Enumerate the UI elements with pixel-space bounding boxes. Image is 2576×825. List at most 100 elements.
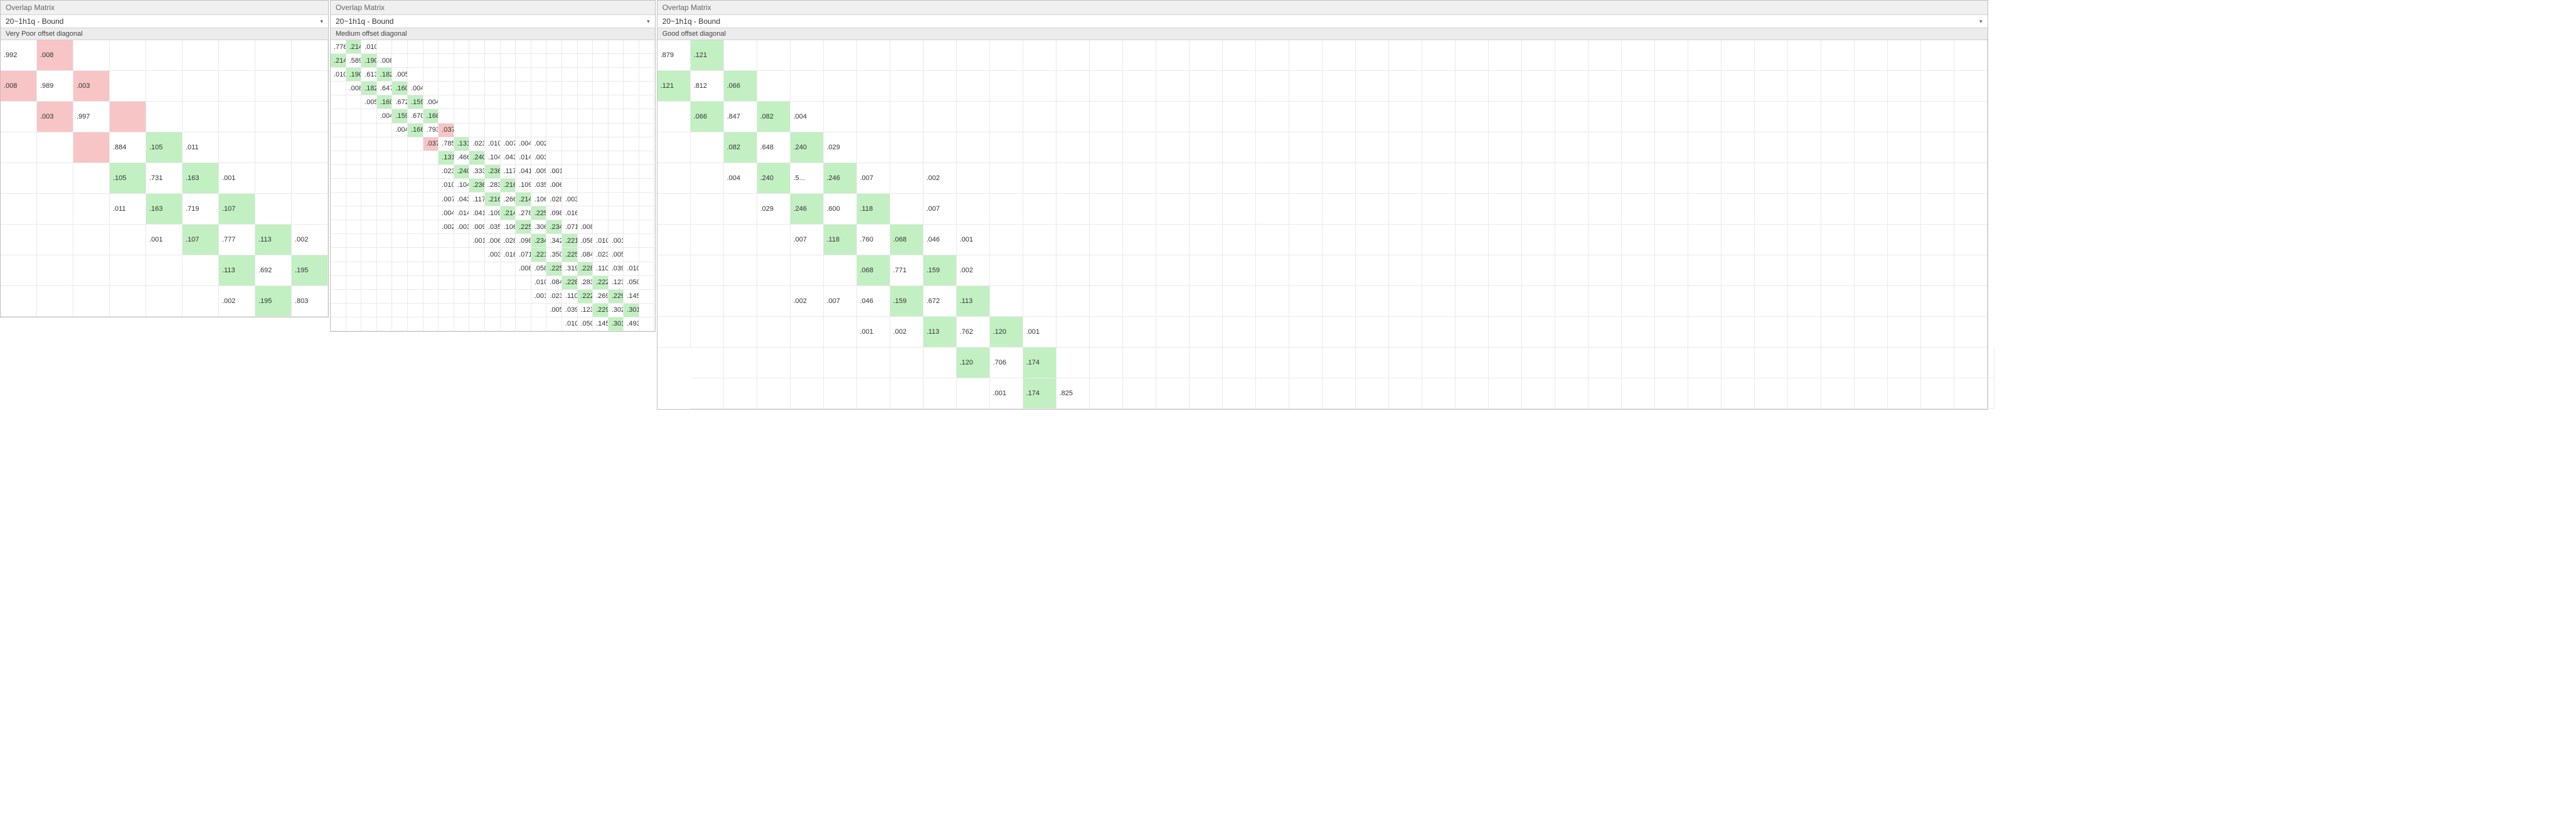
matrix-cell[interactable]: .166 <box>423 109 439 123</box>
matrix-cell[interactable] <box>454 54 470 68</box>
matrix-cell[interactable] <box>1821 378 1855 409</box>
matrix-cell[interactable] <box>1788 102 1821 132</box>
matrix-cell[interactable] <box>1589 71 1622 102</box>
matrix-cell[interactable] <box>1123 378 1156 409</box>
matrix-cell[interactable] <box>1056 255 1090 286</box>
matrix-cell[interactable] <box>423 220 439 234</box>
matrix-cell[interactable]: .216 <box>501 179 516 193</box>
matrix-cell[interactable]: .106 <box>531 193 547 206</box>
matrix-cell[interactable] <box>639 179 655 193</box>
matrix-cell[interactable] <box>1788 286 1821 317</box>
matrix-cell[interactable] <box>423 262 439 276</box>
matrix-cell[interactable] <box>1190 194 1223 225</box>
matrix-cell[interactable] <box>1223 102 1256 132</box>
matrix-cell[interactable] <box>757 378 790 409</box>
matrix-cell[interactable] <box>469 317 485 331</box>
matrix-cell[interactable] <box>1256 286 1289 317</box>
matrix-cell[interactable] <box>1788 255 1821 286</box>
matrix-cell[interactable]: .001 <box>957 225 990 255</box>
matrix-cell[interactable] <box>1489 102 1522 132</box>
matrix-cell[interactable] <box>1921 378 1954 409</box>
matrix-cell[interactable] <box>531 304 547 317</box>
matrix-cell[interactable] <box>1788 163 1821 194</box>
matrix-cell[interactable] <box>1289 348 1323 378</box>
matrix-cell[interactable] <box>824 348 857 378</box>
matrix-cell[interactable] <box>890 102 923 132</box>
matrix-cell[interactable] <box>361 151 377 165</box>
matrix-cell[interactable] <box>624 234 639 248</box>
matrix-cell[interactable]: .008 <box>516 262 531 276</box>
matrix-cell[interactable]: .123 <box>578 304 593 317</box>
matrix-cell[interactable]: .046 <box>923 225 957 255</box>
matrix-cell[interactable] <box>1190 225 1223 255</box>
matrix-cell[interactable] <box>501 40 516 54</box>
matrix-cell[interactable] <box>990 132 1023 163</box>
matrix-cell[interactable]: .068 <box>890 225 923 255</box>
matrix-cell[interactable] <box>1755 132 1788 163</box>
matrix-cell[interactable] <box>1323 286 1356 317</box>
matrix-cell[interactable] <box>857 132 890 163</box>
matrix-cell[interactable] <box>639 262 655 276</box>
matrix-cell[interactable]: .997 <box>73 102 110 132</box>
matrix-cell[interactable] <box>562 40 578 54</box>
matrix-cell[interactable] <box>546 54 562 68</box>
matrix-cell[interactable] <box>578 54 593 68</box>
matrix-cell[interactable] <box>1954 348 1988 378</box>
matrix-cell[interactable] <box>639 290 655 304</box>
matrix-cell[interactable]: .003 <box>37 102 73 132</box>
matrix-cell[interactable]: .035 <box>531 179 547 193</box>
matrix-cell[interactable] <box>423 193 439 206</box>
matrix-cell[interactable] <box>1888 163 1921 194</box>
matrix-cell[interactable]: .240 <box>790 132 824 163</box>
matrix-cell[interactable]: .225 <box>562 248 578 262</box>
matrix-cell[interactable] <box>377 151 393 165</box>
matrix-cell[interactable] <box>392 165 408 179</box>
matrix-cell[interactable]: .120 <box>990 317 1023 348</box>
matrix-cell[interactable] <box>219 71 255 102</box>
matrix-cell[interactable] <box>423 234 439 248</box>
matrix-cell[interactable] <box>1555 102 1589 132</box>
matrix-cell[interactable] <box>485 82 501 95</box>
matrix-cell[interactable] <box>957 194 990 225</box>
matrix-cell[interactable] <box>1954 286 1988 317</box>
matrix-cell[interactable] <box>1123 132 1156 163</box>
matrix-cell[interactable] <box>1356 348 1389 378</box>
matrix-cell[interactable]: .003 <box>454 220 470 234</box>
matrix-cell[interactable]: .029 <box>824 132 857 163</box>
matrix-cell[interactable] <box>423 151 439 165</box>
matrix-cell[interactable]: .107 <box>183 225 219 255</box>
matrix-cell[interactable] <box>593 68 609 82</box>
matrix-cell[interactable]: .003 <box>485 248 501 262</box>
matrix-cell[interactable] <box>516 276 531 290</box>
matrix-cell[interactable] <box>331 193 346 206</box>
matrix-cell[interactable] <box>1456 348 1489 378</box>
matrix-cell[interactable]: .105 <box>110 163 146 194</box>
matrix-cell[interactable] <box>1954 255 1988 286</box>
matrix-cell[interactable] <box>408 262 423 276</box>
matrix-cell[interactable] <box>1356 225 1389 255</box>
matrix-cell[interactable] <box>408 40 423 54</box>
matrix-cell[interactable] <box>183 40 219 71</box>
matrix-cell[interactable] <box>1289 71 1323 102</box>
matrix-cell[interactable]: .008 <box>377 54 393 68</box>
matrix-cell[interactable] <box>1921 286 1954 317</box>
matrix-cell[interactable] <box>1888 71 1921 102</box>
dataset-dropdown[interactable]: 20~1h1q - Bound▾ <box>657 15 1988 28</box>
matrix-cell[interactable] <box>1954 163 1988 194</box>
matrix-cell[interactable]: .350 <box>546 248 562 262</box>
matrix-cell[interactable] <box>346 304 362 317</box>
matrix-cell[interactable] <box>1855 348 1888 378</box>
matrix-cell[interactable] <box>408 220 423 234</box>
matrix-cell[interactable]: .229 <box>593 304 609 317</box>
matrix-cell[interactable]: .301 <box>609 317 624 331</box>
matrix-cell[interactable]: .010 <box>562 317 578 331</box>
matrix-cell[interactable] <box>1954 378 1988 409</box>
matrix-cell[interactable]: .023 <box>469 137 485 151</box>
matrix-cell[interactable] <box>1456 132 1489 163</box>
matrix-cell[interactable]: .002 <box>790 286 824 317</box>
matrix-cell[interactable] <box>1755 102 1788 132</box>
matrix-cell[interactable] <box>1489 40 1522 71</box>
matrix-cell[interactable]: .319 <box>562 262 578 276</box>
matrix-cell[interactable] <box>1622 317 1655 348</box>
matrix-cell[interactable] <box>1456 378 1489 409</box>
